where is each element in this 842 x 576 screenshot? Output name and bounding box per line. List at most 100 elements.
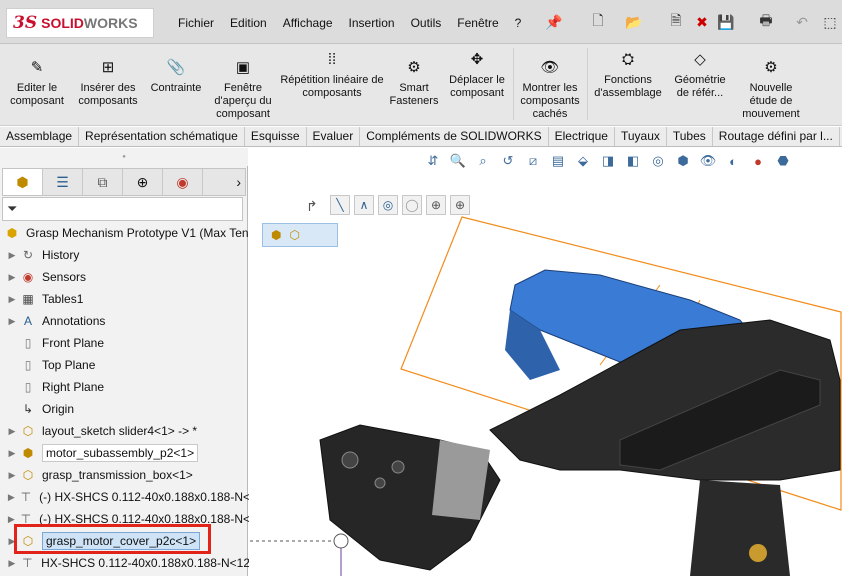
tree-item[interactable]: ▶ A Annotations bbox=[4, 310, 250, 332]
menu-fenetre[interactable]: Fenêtre bbox=[457, 16, 498, 30]
tree-item[interactable]: ▶ ⊤ (-) HX-SHCS 0.112-40x0.188x0.188-N< bbox=[4, 486, 250, 508]
tree-root[interactable]: ⬢ Grasp Mechanism Prototype V1 (Max Ten bbox=[4, 222, 250, 244]
parallel-icon[interactable]: ╲ bbox=[330, 195, 350, 215]
expand-arrow-icon[interactable]: ▶ bbox=[4, 470, 20, 481]
tab-routage[interactable]: Routage défini par l... bbox=[713, 127, 840, 146]
tree-item[interactable]: ▶ ⬡ layout_sketch slider4<1> -> * bbox=[4, 420, 250, 442]
screw-icon: ⊤ bbox=[22, 556, 33, 570]
insert-components-button[interactable]: ⊞ Insérer des composants bbox=[74, 56, 142, 108]
menu-edition[interactable]: Edition bbox=[230, 16, 267, 30]
mate-button[interactable]: 📎 Contrainte bbox=[146, 56, 206, 95]
tree-item[interactable]: ▶ ⬡ grasp_transmission_box<1> bbox=[4, 464, 250, 486]
lock-icon[interactable]: ⊕ bbox=[450, 195, 470, 215]
smart-fasteners-button[interactable]: ⚙ Smart Fasteners bbox=[386, 56, 442, 108]
tangent-icon[interactable]: ◯ bbox=[402, 195, 422, 215]
pin-icon[interactable]: 📌 bbox=[544, 12, 564, 32]
tree-item[interactable]: ▶ ▦ Tables1 bbox=[4, 288, 250, 310]
concentric-icon[interactable]: ◎ bbox=[378, 195, 398, 215]
view-settings-icon[interactable]: ⬙ bbox=[572, 150, 594, 172]
tree-item[interactable]: ▶ ◉ Sensors bbox=[4, 266, 250, 288]
property-manager-tab-icon[interactable]: ☰ bbox=[43, 169, 83, 195]
save-icon[interactable]: 💾 bbox=[716, 12, 736, 32]
dimxpert-tab-icon[interactable]: ⊕ bbox=[123, 169, 163, 195]
expand-arrow-icon[interactable]: ▶ bbox=[4, 294, 20, 305]
tab-assemblage[interactable]: Assemblage bbox=[0, 127, 80, 146]
display-style-icon[interactable]: ◨ bbox=[597, 150, 619, 172]
previous-view-icon[interactable]: ↺ bbox=[497, 150, 519, 172]
display-manager-tab-icon[interactable]: ◉ bbox=[163, 169, 203, 195]
menu-outils[interactable]: Outils bbox=[411, 16, 442, 30]
chevron-right-icon[interactable]: › bbox=[203, 169, 245, 195]
breadcrumb-part-icon[interactable]: ⬡ bbox=[289, 228, 299, 242]
edit-component-button[interactable]: ✎ Editer le composant bbox=[6, 56, 68, 108]
tab-esquisse[interactable]: Esquisse bbox=[245, 127, 307, 146]
show-hidden-button[interactable]: 👁 Montrer les composants cachés bbox=[516, 56, 584, 121]
context-arrow-icon[interactable]: ↱ bbox=[306, 198, 318, 215]
breadcrumb-assembly-icon[interactable]: ⬢ bbox=[271, 228, 281, 242]
hide-show-icon[interactable]: ◧ bbox=[622, 150, 644, 172]
expand-arrow-icon[interactable]: ▶ bbox=[4, 250, 20, 261]
print-preview-icon[interactable]: 🗎 bbox=[666, 12, 686, 32]
expand-arrow-icon[interactable]: ▶ bbox=[4, 272, 20, 283]
tab-evaluer[interactable]: Evaluer bbox=[307, 127, 361, 146]
tab-complements[interactable]: Compléments de SOLIDWORKS bbox=[360, 127, 549, 146]
menu-help[interactable]: ? bbox=[515, 16, 522, 30]
move-component-button[interactable]: ✥ Déplacer le composant bbox=[444, 48, 510, 100]
close-document-icon[interactable]: ✖ bbox=[692, 12, 712, 32]
scenes-icon[interactable]: ⬣ bbox=[772, 150, 794, 172]
expand-arrow-icon[interactable]: ▶ bbox=[4, 492, 19, 503]
assembly-features-icon: ⛭ bbox=[621, 50, 634, 68]
tree-item[interactable]: ▶ ↻ History bbox=[4, 244, 250, 266]
realview-icon[interactable]: ◐ bbox=[722, 150, 744, 172]
tree-filter[interactable]: ⏷ bbox=[2, 197, 243, 221]
expand-arrow-icon[interactable]: ▶ bbox=[4, 514, 19, 525]
feature-tree-tab-icon[interactable]: ⬢ bbox=[3, 169, 43, 195]
tree-item[interactable]: ↳ Origin bbox=[4, 398, 250, 420]
expand-arrow-icon[interactable]: ▶ bbox=[4, 448, 20, 459]
solidworks-logo[interactable]: 3S SOLIDWORKS bbox=[6, 8, 154, 38]
expand-arrow-icon[interactable]: ▶ bbox=[4, 426, 20, 437]
pane-grip[interactable]: ● bbox=[0, 148, 248, 166]
configuration-manager-tab-icon[interactable]: ⧉ bbox=[83, 169, 123, 195]
menu-fichier[interactable]: Fichier bbox=[178, 16, 214, 30]
section-view-icon[interactable]: ⧄ bbox=[522, 150, 544, 172]
zoom-to-fit-icon[interactable]: 🔍 bbox=[447, 150, 469, 172]
apply-scene-icon[interactable]: ◎ bbox=[647, 150, 669, 172]
tree-item[interactable]: ▯ Top Plane bbox=[4, 354, 250, 376]
expand-arrow-icon[interactable]: ▶ bbox=[4, 316, 20, 327]
coincident-icon[interactable]: ⊕ bbox=[426, 195, 446, 215]
tab-tuyaux[interactable]: Tuyaux bbox=[615, 127, 667, 146]
print-icon[interactable]: 🖶 bbox=[756, 12, 776, 32]
expand-arrow-icon[interactable]: ▶ bbox=[4, 558, 20, 569]
tab-representation-schematique[interactable]: Représentation schématique bbox=[79, 127, 245, 146]
tab-tubes[interactable]: Tubes bbox=[667, 127, 713, 146]
open-document-icon[interactable]: 📂 bbox=[624, 12, 644, 32]
undo-icon[interactable]: ↶ bbox=[792, 12, 812, 32]
zoom-area-icon[interactable]: ⌕ bbox=[472, 150, 494, 172]
tree-item[interactable]: ▯ Right Plane bbox=[4, 376, 250, 398]
component-preview-button[interactable]: ▣ Fenêtre d'aperçu du composant bbox=[210, 56, 276, 121]
filter-icon[interactable]: ⏷ bbox=[7, 201, 17, 217]
sensor-icon: ◉ bbox=[22, 270, 34, 284]
angle-icon[interactable]: ∧ bbox=[354, 195, 374, 215]
color-icon[interactable]: ● bbox=[747, 150, 769, 172]
new-document-icon[interactable]: 🗋 bbox=[588, 12, 608, 32]
tree-item[interactable]: ▶ ⬢ motor_subassembly_p2<1> bbox=[4, 442, 250, 464]
linear-pattern-button[interactable]: ⁞⁞ Répétition linéaire de composants bbox=[280, 48, 384, 100]
appearance-icon[interactable]: ⬢ bbox=[672, 150, 694, 172]
leader-anchor[interactable] bbox=[333, 533, 349, 549]
dynamic-annotation-icon[interactable]: ▤ bbox=[547, 150, 569, 172]
tree-item[interactable]: ▯ Front Plane bbox=[4, 332, 250, 354]
insert-components-icon: ⊞ bbox=[101, 58, 115, 76]
menu-affichage[interactable]: Affichage bbox=[283, 16, 333, 30]
view-orientation-icon[interactable]: ⇵ bbox=[422, 150, 444, 172]
eye-icon[interactable]: 👁 bbox=[697, 150, 719, 172]
assembly-features-button[interactable]: ⛭ Fonctions d'assemblage bbox=[592, 48, 664, 100]
reference-geometry-button[interactable]: ◇ Géométrie de référ... bbox=[668, 48, 732, 100]
new-motion-study-button[interactable]: ⚙ Nouvelle étude de mouvement bbox=[738, 56, 804, 121]
tab-electrique[interactable]: Electrique bbox=[549, 127, 615, 146]
select-icon[interactable]: ⬚ bbox=[820, 12, 840, 32]
tree-item[interactable]: ▶ ⊤ HX-SHCS 0.112-40x0.188x0.188-N<12 bbox=[4, 552, 250, 574]
menu-insertion[interactable]: Insertion bbox=[349, 16, 395, 30]
tree-item-label: Sensors bbox=[42, 270, 87, 284]
